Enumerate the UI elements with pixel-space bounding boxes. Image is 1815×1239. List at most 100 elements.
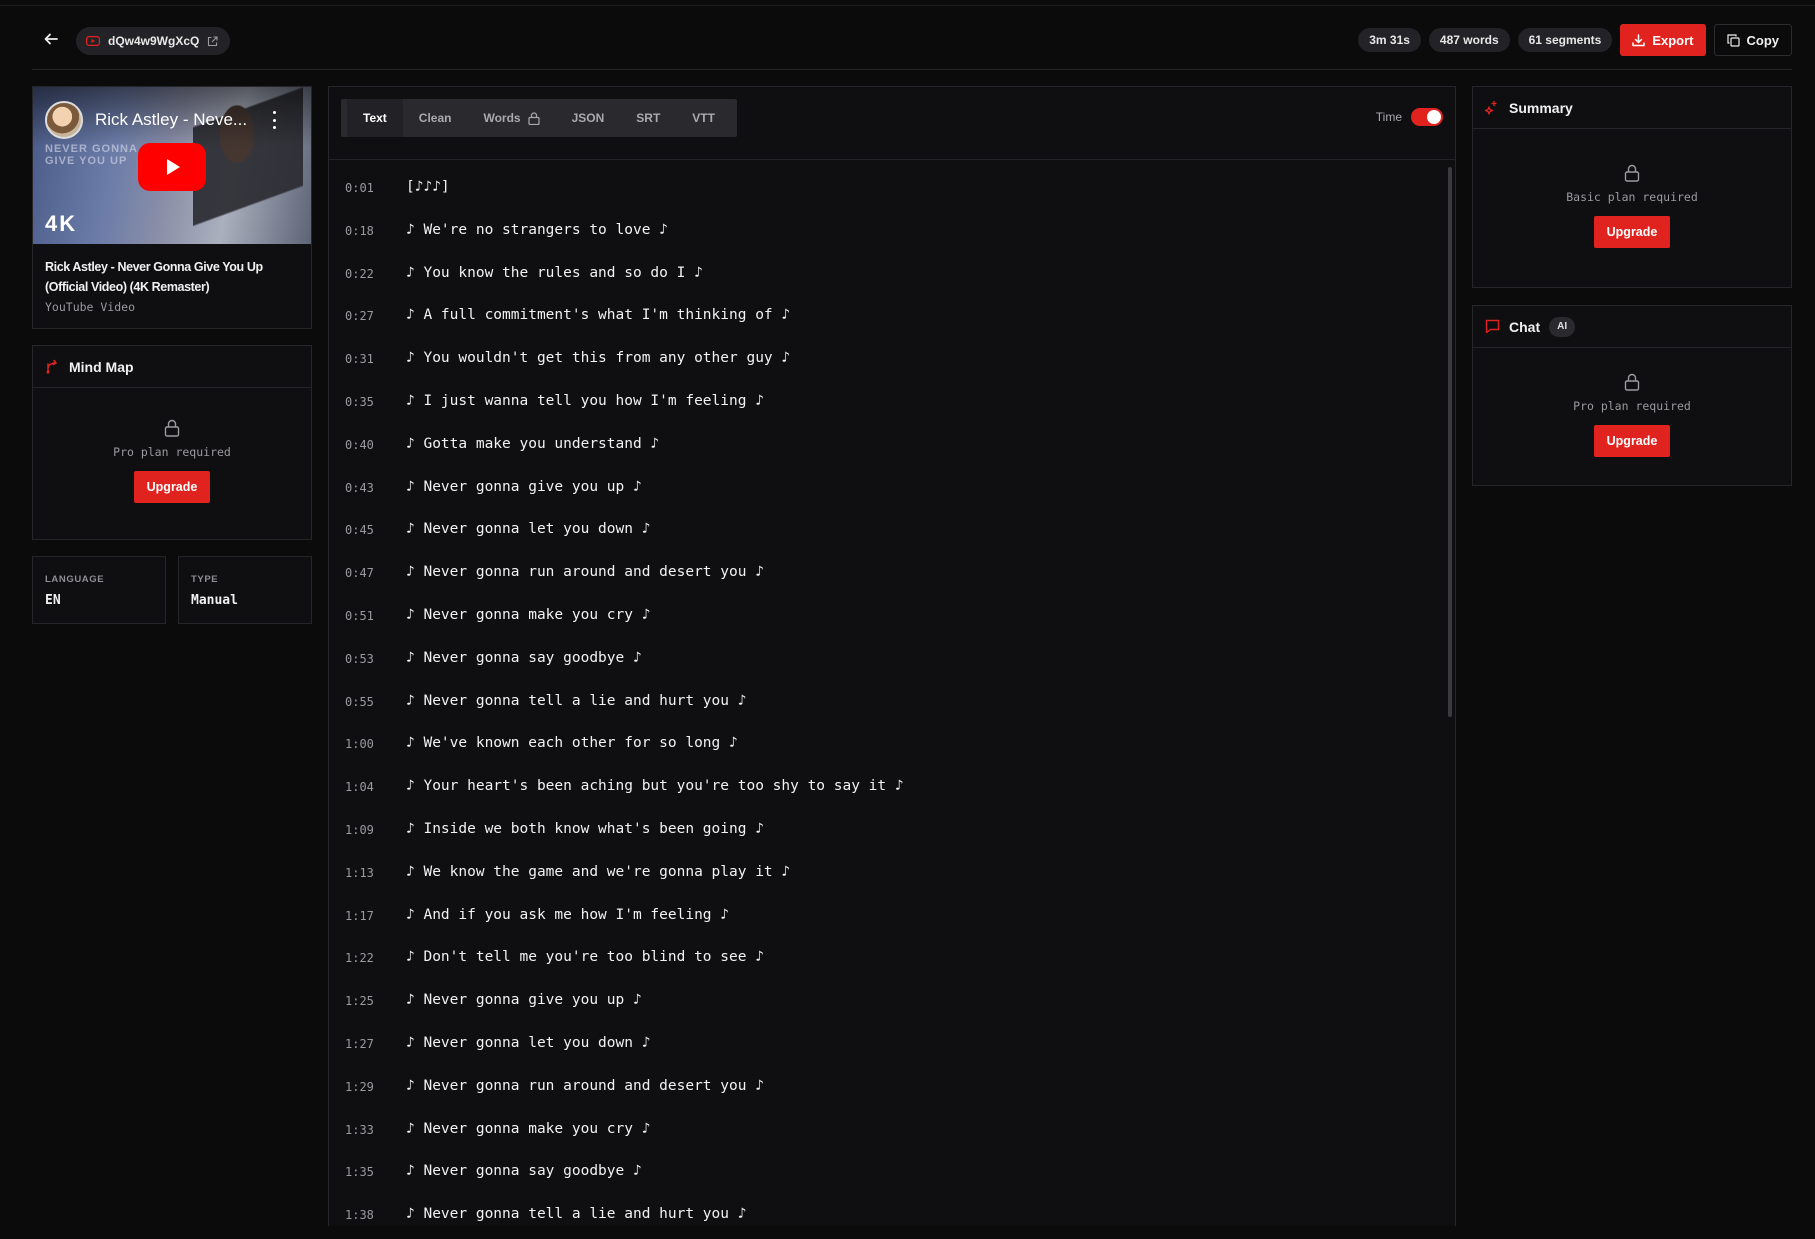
tab-srt[interactable]: SRT [620,99,676,137]
transcript-text: ♪ I just wanna tell you how I'm feeling … [406,392,764,409]
timestamp[interactable]: 0:43 [345,479,406,495]
timestamp[interactable]: 1:00 [345,735,406,751]
timestamp[interactable]: 1:33 [345,1121,406,1137]
timestamp[interactable]: 0:27 [345,307,406,323]
tab-text[interactable]: Text [347,99,403,137]
transcript-row[interactable]: 1:17 ♪ And if you ask me how I'm feeling … [345,897,1425,940]
timestamp[interactable]: 1:04 [345,778,406,794]
copy-label: Copy [1746,32,1780,48]
summary-card: Summary Basic plan required Upgrade [1472,86,1792,288]
tab-words[interactable]: Words [467,99,555,137]
time-toggle-label: Time [1375,110,1402,124]
transcript-row[interactable]: 0:45 ♪ Never gonna let you down ♪ [345,511,1425,554]
video-thumbnail[interactable]: Rick Astley - Neve... NEVER GONNA GIVE Y… [33,87,311,244]
video-source: YouTube Video [45,300,136,314]
time-toggle: Time [1376,108,1443,126]
transcript-text: ♪ Never gonna run around and desert you … [406,1077,764,1094]
timestamp[interactable]: 0:22 [345,265,406,281]
timestamp[interactable]: 0:45 [345,521,406,537]
mind-map-locked: Pro plan required Upgrade [33,419,311,503]
scrollbar[interactable] [1448,167,1452,717]
transcript-text: ♪ We're no strangers to love ♪ [406,221,668,238]
chat-upgrade-button[interactable]: Upgrade [1593,425,1671,457]
type-box: TYPE Manual [178,556,312,624]
timestamp[interactable]: 1:27 [345,1035,406,1051]
timestamp[interactable]: 0:40 [345,436,406,452]
transcript-row[interactable]: 0:53 ♪ Never gonna say goodbye ♪ [345,640,1425,683]
timestamp[interactable]: 0:47 [345,564,406,580]
tab-json[interactable]: JSON [556,99,621,137]
transcript-row[interactable]: 1:04 ♪ Your heart's been aching but you'r… [345,768,1425,811]
transcript-row[interactable]: 1:35 ♪ Never gonna say goodbye ♪ [345,1153,1425,1196]
language-box: LANGUAGE EN [32,556,166,624]
transcript-row[interactable]: 0:55 ♪ Never gonna tell a lie and hurt yo… [345,683,1425,726]
transcript-text: ♪ You know the rules and so do I ♪ [406,264,703,281]
tab-vtt[interactable]: VTT [676,99,731,137]
tab-clean[interactable]: Clean [403,99,468,137]
timestamp[interactable]: 1:09 [345,821,406,837]
timestamp[interactable]: 0:31 [345,350,406,366]
mind-map-upgrade-button[interactable]: Upgrade [133,471,211,503]
transcript-row[interactable]: 1:29 ♪ Never gonna run around and desert … [345,1068,1425,1111]
transcript-row[interactable]: 0:22 ♪ You know the rules and so do I ♪ [345,255,1425,298]
transcript-row[interactable]: 0:47 ♪ Never gonna run around and desert … [345,554,1425,597]
transcript-row[interactable]: 0:31 ♪ You wouldn't get this from any oth… [345,340,1425,383]
summary-upgrade-button[interactable]: Upgrade [1593,216,1671,248]
transcript-row[interactable]: 1:25 ♪ Never gonna give you up ♪ [345,982,1425,1025]
video-id-link[interactable]: dQw4w9WgXcQ [76,27,231,55]
transcript-row[interactable]: 1:38 ♪ Never gonna tell a lie and hurt yo… [345,1196,1425,1239]
timestamp[interactable]: 1:29 [345,1078,406,1094]
branch-icon [46,359,58,374]
timestamp[interactable]: 1:25 [345,992,406,1008]
copy-icon [1726,33,1740,47]
transcript-text: ♪ Never gonna say goodbye ♪ [406,1163,642,1180]
quality-badge: 4K [45,211,78,236]
transcript-row[interactable]: 1:27 ♪ Never gonna let you down ♪ [345,1025,1425,1068]
timestamp[interactable]: 1:17 [345,907,406,923]
transcript-row[interactable]: 1:13 ♪ We know the game and we're gonna p… [345,854,1425,897]
transcript-row[interactable]: 0:51 ♪ Never gonna make you cry ♪ [345,597,1425,640]
type-value: Manual [191,593,238,608]
video-card: Rick Astley - Neve... NEVER GONNA GIVE Y… [32,86,312,329]
type-label: TYPE [191,574,219,585]
transcript-text: ♪ And if you ask me how I'm feeling ♪ [406,906,730,923]
lock-icon [164,419,180,437]
timestamp[interactable]: 1:38 [345,1206,406,1222]
transcript-row[interactable]: 1:22 ♪ Don't tell me you're too blind to … [345,939,1425,982]
transcript-row[interactable]: 0:35 ♪ I just wanna tell you how I'm feel… [345,383,1425,426]
export-button[interactable]: Export [1620,24,1706,56]
timestamp[interactable]: 0:01 [345,179,406,195]
transcript-text: ♪ Never gonna let you down ♪ [406,1034,651,1051]
transcript-row[interactable]: 0:18 ♪ We're no strangers to love ♪ [345,212,1425,255]
lock-icon [1624,164,1640,182]
mind-map-title: Mind Map [69,358,134,375]
transcript-row[interactable]: 1:09 ♪ Inside we both know what's been go… [345,811,1425,854]
timestamp[interactable]: 0:18 [345,222,406,238]
timestamp[interactable]: 0:35 [345,393,406,409]
language-label: LANGUAGE [45,574,105,585]
time-switch[interactable] [1411,108,1443,126]
timestamp[interactable]: 1:13 [345,864,406,880]
mind-map-plan-message: Pro plan required [113,445,231,459]
timestamp[interactable]: 0:55 [345,693,406,709]
play-button[interactable] [138,143,206,191]
transcript-row[interactable]: 0:27 ♪ A full commitment's what I'm think… [345,297,1425,340]
timestamp[interactable]: 1:22 [345,949,406,965]
back-button[interactable] [38,26,64,52]
video-id: dQw4w9WgXcQ [108,34,200,48]
chat-locked: Pro plan required Upgrade [1473,373,1791,457]
copy-button[interactable]: Copy [1713,24,1792,56]
more-options-icon[interactable] [271,111,277,129]
external-link-icon [208,35,218,46]
timestamp[interactable]: 0:51 [345,607,406,623]
transcript-row[interactable]: 0:43 ♪ Never gonna give you up ♪ [345,469,1425,512]
transcript-text: ♪ Gotta make you understand ♪ [406,435,660,452]
transcript-row[interactable]: 1:00 ♪ We've known each other for so long… [345,725,1425,768]
transcript-row[interactable]: 0:40 ♪ Gotta make you understand ♪ [345,426,1425,469]
transcript-text: ♪ Never gonna run around and desert you … [406,564,764,581]
summary-locked: Basic plan required Upgrade [1473,164,1791,248]
timestamp[interactable]: 1:35 [345,1163,406,1179]
transcript-row[interactable]: 0:01 [♪♪♪] [345,169,1425,212]
transcript-row[interactable]: 1:33 ♪ Never gonna make you cry ♪ [345,1111,1425,1154]
timestamp[interactable]: 0:53 [345,650,406,666]
